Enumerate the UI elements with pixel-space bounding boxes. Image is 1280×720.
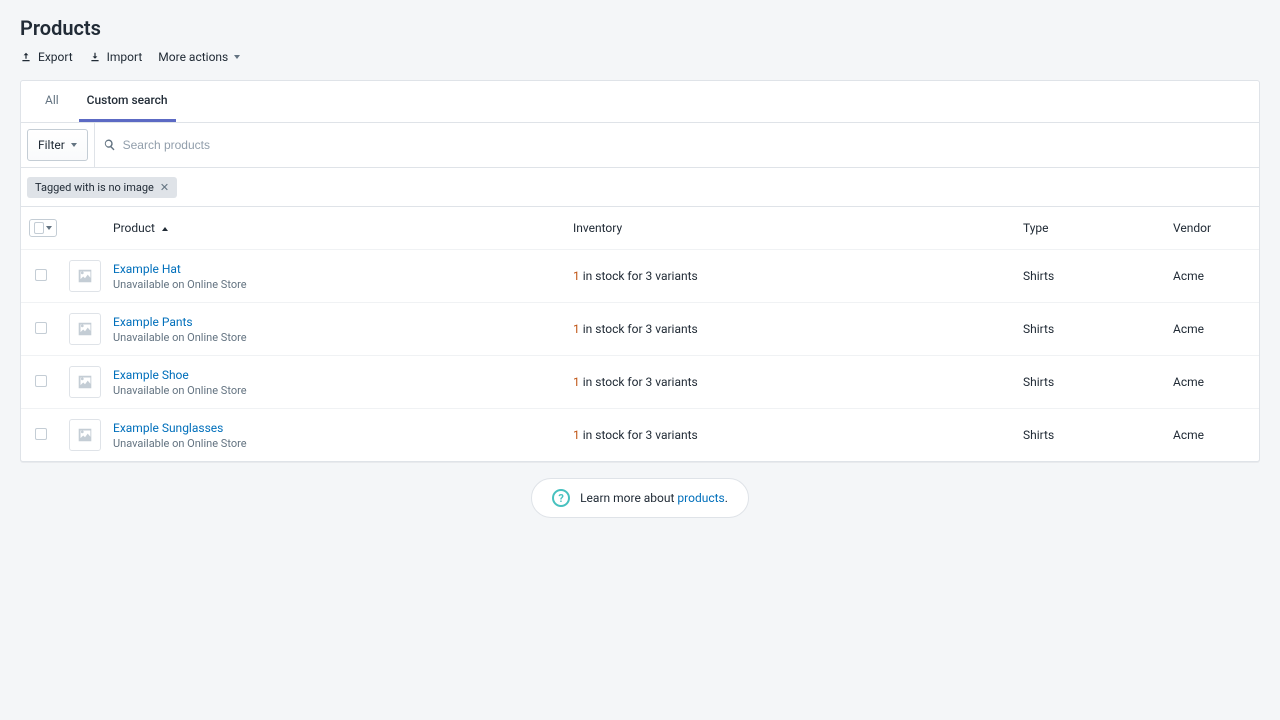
help-text-suffix: . <box>725 491 728 505</box>
import-icon <box>89 51 101 63</box>
product-type: Shirts <box>1015 303 1165 356</box>
filter-button[interactable]: Filter <box>27 129 88 161</box>
product-subtext: Unavailable on Online Store <box>113 384 557 397</box>
header-inventory[interactable]: Inventory <box>565 207 1015 250</box>
product-name-link[interactable]: Example Pants <box>113 315 557 329</box>
image-placeholder-icon[interactable] <box>69 313 101 345</box>
table-row: Example Pants Unavailable on Online Store… <box>21 303 1259 356</box>
search-icon <box>103 138 117 152</box>
product-subtext: Unavailable on Online Store <box>113 278 557 291</box>
table-row: Example Sunglasses Unavailable on Online … <box>21 409 1259 462</box>
import-button[interactable]: Import <box>89 50 143 64</box>
image-placeholder-icon[interactable] <box>69 419 101 451</box>
inventory-text: in stock for 3 variants <box>580 375 698 389</box>
header-product-label: Product <box>113 221 155 235</box>
chevron-down-icon <box>71 143 77 147</box>
page-title: Products <box>20 16 1260 40</box>
help-callout: ? Learn more about products. <box>531 478 749 518</box>
inventory-count: 1 <box>573 428 580 442</box>
tabs: All Custom search <box>21 81 1259 123</box>
product-type: Shirts <box>1015 409 1165 462</box>
row-checkbox[interactable] <box>35 428 47 440</box>
product-type: Shirts <box>1015 250 1165 303</box>
chip-remove-icon[interactable]: ✕ <box>160 181 169 194</box>
product-vendor: Acme <box>1165 409 1259 462</box>
row-checkbox[interactable] <box>35 269 47 281</box>
product-vendor: Acme <box>1165 303 1259 356</box>
header-type[interactable]: Type <box>1015 207 1165 250</box>
image-placeholder-icon[interactable] <box>69 260 101 292</box>
chevron-down-icon <box>234 55 240 59</box>
help-text-prefix: Learn more about <box>580 491 677 505</box>
export-icon <box>20 51 32 63</box>
table-row: Example HatUnavailable on Online Store1 … <box>21 250 1259 303</box>
tab-custom-search[interactable]: Custom search <box>79 81 176 122</box>
product-vendor: Acme <box>1165 250 1259 303</box>
header-vendor[interactable]: Vendor <box>1165 207 1259 250</box>
export-label: Export <box>38 50 73 64</box>
filter-chip[interactable]: Tagged with is no image ✕ <box>27 177 177 198</box>
table-row: Example Shoe Unavailable on Online Store 1… <box>21 356 1259 409</box>
tab-all[interactable]: All <box>37 81 67 122</box>
help-icon: ? <box>552 489 570 507</box>
image-placeholder-icon[interactable] <box>69 366 101 398</box>
help-link[interactable]: products <box>677 491 724 505</box>
product-subtext: Unavailable on Online Store <box>113 437 557 450</box>
inventory-text: in stock for 3 variants <box>580 269 698 283</box>
product-type: Shirts <box>1015 356 1165 409</box>
header-product[interactable]: Product <box>105 207 565 250</box>
row-checkbox[interactable] <box>35 322 47 334</box>
inventory-text: in stock for 3 variants <box>580 322 698 336</box>
row-checkbox[interactable] <box>35 375 47 387</box>
chevron-down-icon <box>46 226 52 230</box>
import-label: Import <box>107 50 143 64</box>
product-name-link[interactable]: Example Shoe <box>113 368 557 382</box>
search-input[interactable] <box>123 130 1251 160</box>
filter-label: Filter <box>38 138 65 152</box>
products-card: All Custom search Filter Tagged with is … <box>20 80 1260 462</box>
product-name-link[interactable]: Example Sunglasses <box>113 421 557 435</box>
select-all-checkbox[interactable] <box>29 219 57 237</box>
product-name-link[interactable]: Example Hat <box>113 262 557 276</box>
search-wrap <box>94 123 1259 167</box>
checkbox-icon <box>34 222 44 234</box>
inventory-text: in stock for 3 variants <box>580 428 698 442</box>
sort-asc-icon <box>162 227 168 231</box>
more-actions-button[interactable]: More actions <box>158 50 240 64</box>
more-actions-label: More actions <box>158 50 228 64</box>
products-table: Product Inventory Type Vendor Example Ha… <box>21 207 1259 461</box>
inventory-count: 1 <box>573 269 580 283</box>
product-vendor: Acme <box>1165 356 1259 409</box>
chip-label: Tagged with is no image <box>35 181 154 194</box>
inventory-count: 1 <box>573 375 580 389</box>
inventory-count: 1 <box>573 322 580 336</box>
export-button[interactable]: Export <box>20 50 73 64</box>
product-subtext: Unavailable on Online Store <box>113 331 557 344</box>
